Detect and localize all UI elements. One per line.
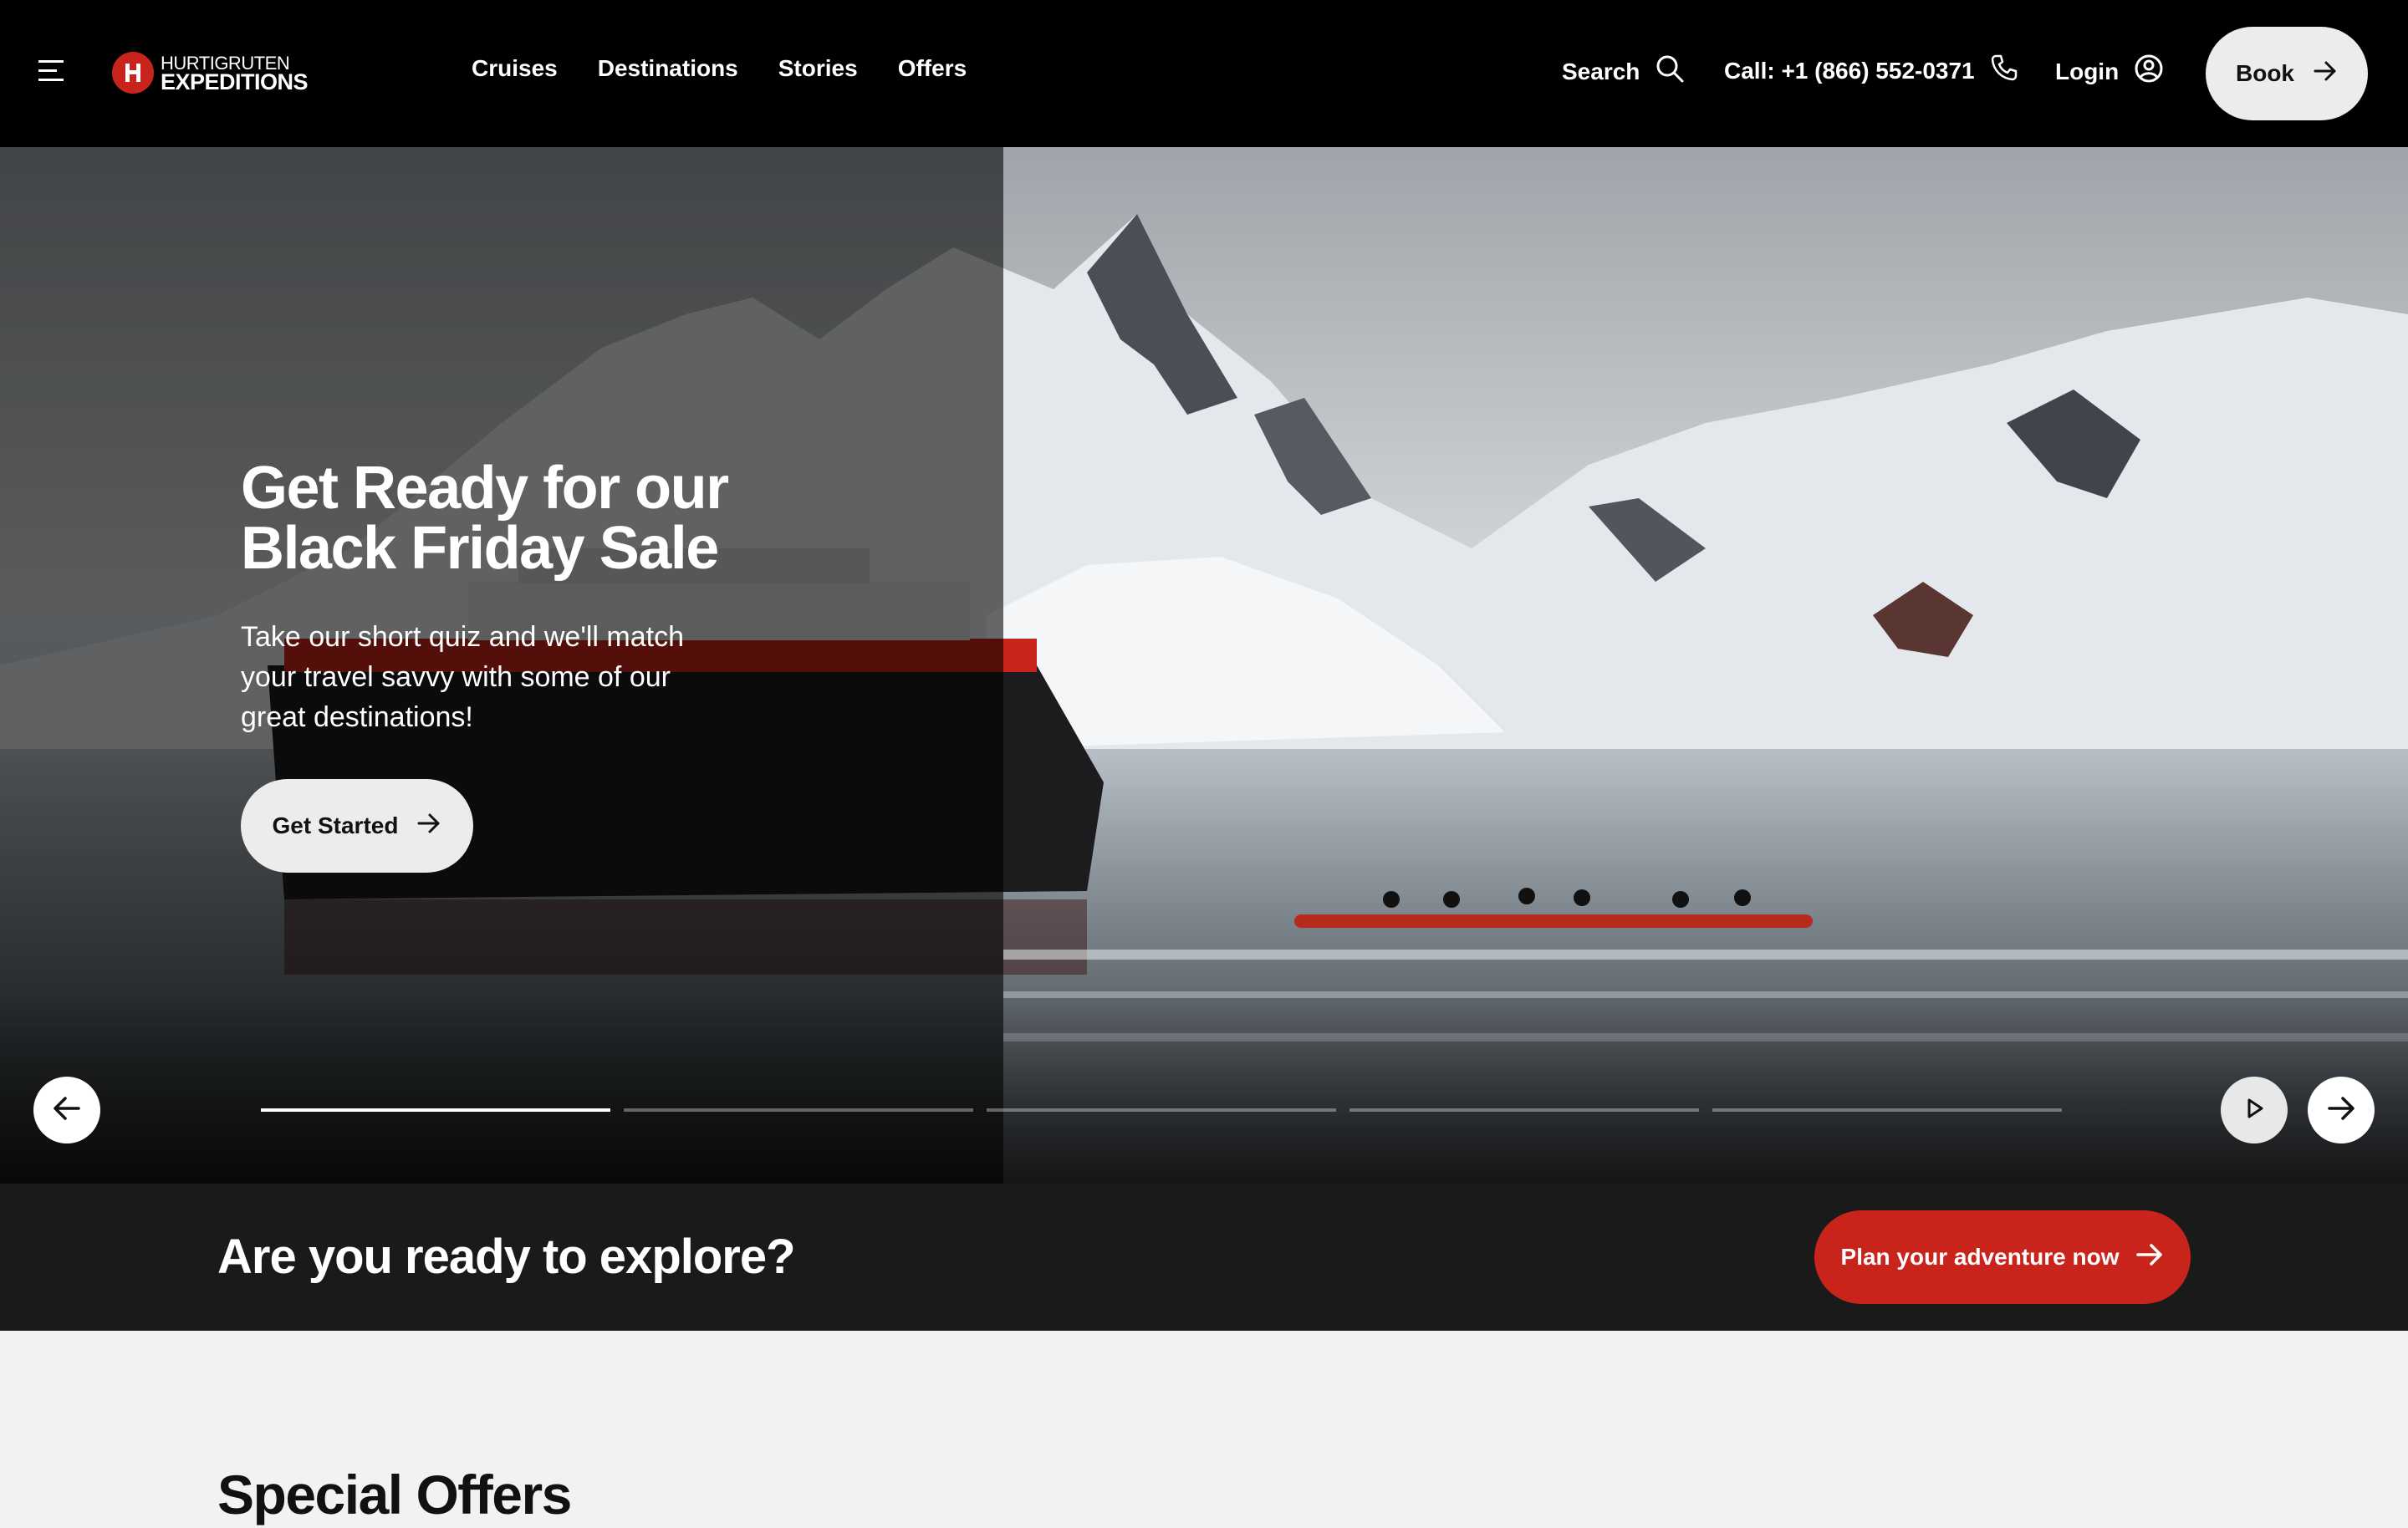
nav-item-cruises[interactable]: Cruises — [472, 55, 558, 82]
carousel-progress-4[interactable] — [1349, 1108, 1699, 1112]
logo-badge-icon — [112, 52, 154, 94]
explore-cta-band: Are you ready to explore? Plan your adve… — [0, 1184, 2408, 1331]
call-link[interactable]: Call: +1 (866) 552-0371 — [1724, 53, 2018, 88]
carousel-progress-1[interactable] — [261, 1108, 610, 1112]
plan-adventure-button[interactable]: Plan your adventure now — [1814, 1210, 2191, 1304]
phone-icon — [1990, 53, 2018, 88]
login-label: Login — [2055, 58, 2120, 84]
special-offers-title: Special Offers — [217, 1464, 572, 1525]
search-label: Search — [1562, 58, 1640, 84]
user-circle-icon — [2134, 53, 2164, 89]
arrow-left-icon — [52, 1093, 82, 1128]
arrow-right-icon — [416, 811, 441, 842]
nav-item-offers[interactable]: Offers — [898, 55, 967, 82]
site-header: HURTIGRUTEN EXPEDITIONS Cruises Destinat… — [0, 0, 2408, 147]
arrow-right-icon — [2313, 59, 2338, 89]
hero-carousel: Get Ready for our Black Friday Sale Take… — [0, 147, 2408, 1184]
book-button[interactable]: Book — [2206, 27, 2368, 120]
logo-wordmark: HURTIGRUTEN EXPEDITIONS — [161, 54, 309, 94]
login-button[interactable]: Login — [2055, 53, 2164, 89]
hamburger-menu-icon[interactable] — [38, 59, 69, 84]
nav-item-destinations[interactable]: Destinations — [598, 55, 738, 82]
call-label: Call: +1 (866) 552-0371 — [1724, 57, 1975, 84]
carousel-progress-3[interactable] — [987, 1108, 1336, 1112]
get-started-button[interactable]: Get Started — [241, 779, 473, 873]
hero-subtitle: Take our short quiz and we'll match your… — [241, 621, 684, 733]
explore-heading: Are you ready to explore? — [217, 1230, 796, 1284]
arrow-right-icon — [2135, 1240, 2164, 1275]
arrow-right-icon — [2326, 1093, 2356, 1128]
plan-adventure-label: Plan your adventure now — [1840, 1244, 2120, 1270]
hero-title: Get Ready for our Black Friday Sale — [241, 455, 729, 582]
book-label: Book — [2236, 60, 2294, 86]
carousel-progress-5[interactable] — [1712, 1108, 2062, 1112]
hero-bottom-gradient — [0, 983, 2408, 1184]
play-icon — [2242, 1096, 2267, 1125]
nav-item-stories[interactable]: Stories — [778, 55, 858, 82]
carousel-play-button[interactable] — [2221, 1077, 2288, 1143]
carousel-progress-2[interactable] — [624, 1108, 973, 1112]
search-button[interactable]: Search — [1562, 53, 1685, 89]
hurtigruten-logo[interactable]: HURTIGRUTEN EXPEDITIONS — [112, 50, 309, 95]
get-started-label: Get Started — [272, 812, 399, 838]
carousel-next-button[interactable] — [2308, 1077, 2375, 1143]
main-nav: Cruises Destinations Stories Offers — [472, 55, 967, 82]
carousel-prev-button[interactable] — [33, 1077, 100, 1143]
search-icon — [1655, 53, 1685, 89]
logo-line-2: EXPEDITIONS — [161, 69, 309, 94]
